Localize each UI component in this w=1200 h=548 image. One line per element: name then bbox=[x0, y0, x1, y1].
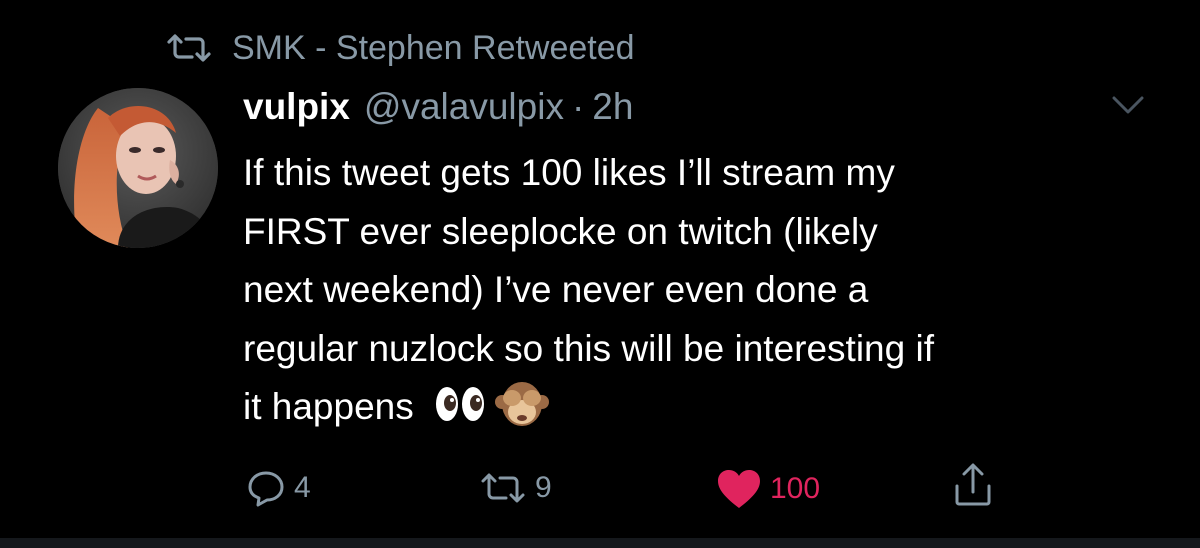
display-name[interactable]: vulpix bbox=[243, 86, 350, 128]
reply-button[interactable]: 4 bbox=[246, 468, 311, 508]
retweet-icon bbox=[481, 473, 525, 503]
retweet-context-text: SMK - Stephen Retweeted bbox=[232, 28, 635, 67]
like-count: 100 bbox=[770, 472, 821, 505]
see-no-evil-monkey-emoji bbox=[495, 382, 550, 426]
reply-icon bbox=[248, 471, 284, 507]
avatar-image bbox=[58, 88, 218, 248]
retweet-icon bbox=[167, 34, 211, 62]
tweet-header: vulpix @valavulpix · 2h bbox=[243, 86, 633, 132]
eyes-emoji bbox=[436, 387, 485, 421]
separator: · bbox=[571, 86, 585, 127]
tweet-text: If this tweet gets 100 likes I’ll stream… bbox=[243, 144, 1163, 437]
tweet[interactable]: SMK - Stephen Retweeted vulpix @valavulp… bbox=[0, 0, 1200, 548]
chevron-down-icon[interactable] bbox=[1108, 92, 1148, 118]
like-button[interactable]: 100 bbox=[716, 468, 820, 510]
timestamp[interactable]: 2h bbox=[592, 86, 633, 128]
user-handle[interactable]: @valavulpix bbox=[364, 86, 564, 128]
tweet-line: regular nuzlock so this will be interest… bbox=[243, 327, 934, 369]
retweet-count: 9 bbox=[535, 471, 552, 504]
avatar[interactable] bbox=[58, 88, 218, 248]
tweet-line: FIRST ever sleeplocke on twitch (likely bbox=[243, 210, 878, 252]
reply-count: 4 bbox=[294, 471, 311, 504]
divider bbox=[0, 538, 1200, 548]
heart-icon bbox=[718, 470, 760, 508]
share-icon bbox=[955, 463, 991, 506]
tweet-line: it happens bbox=[243, 386, 414, 427]
retweet-button[interactable]: 9 bbox=[479, 468, 552, 508]
tweet-actions: 4 9 100 bbox=[0, 462, 1200, 516]
tweet-line-last: it happens bbox=[243, 378, 1163, 437]
retweet-context[interactable]: SMK - Stephen Retweeted bbox=[166, 28, 635, 68]
tweet-line: If this tweet gets 100 likes I’ll stream… bbox=[243, 152, 895, 193]
share-button[interactable] bbox=[952, 462, 994, 508]
emoji-group bbox=[434, 378, 550, 430]
tweet-line: next weekend) I’ve never even done a bbox=[243, 269, 869, 310]
